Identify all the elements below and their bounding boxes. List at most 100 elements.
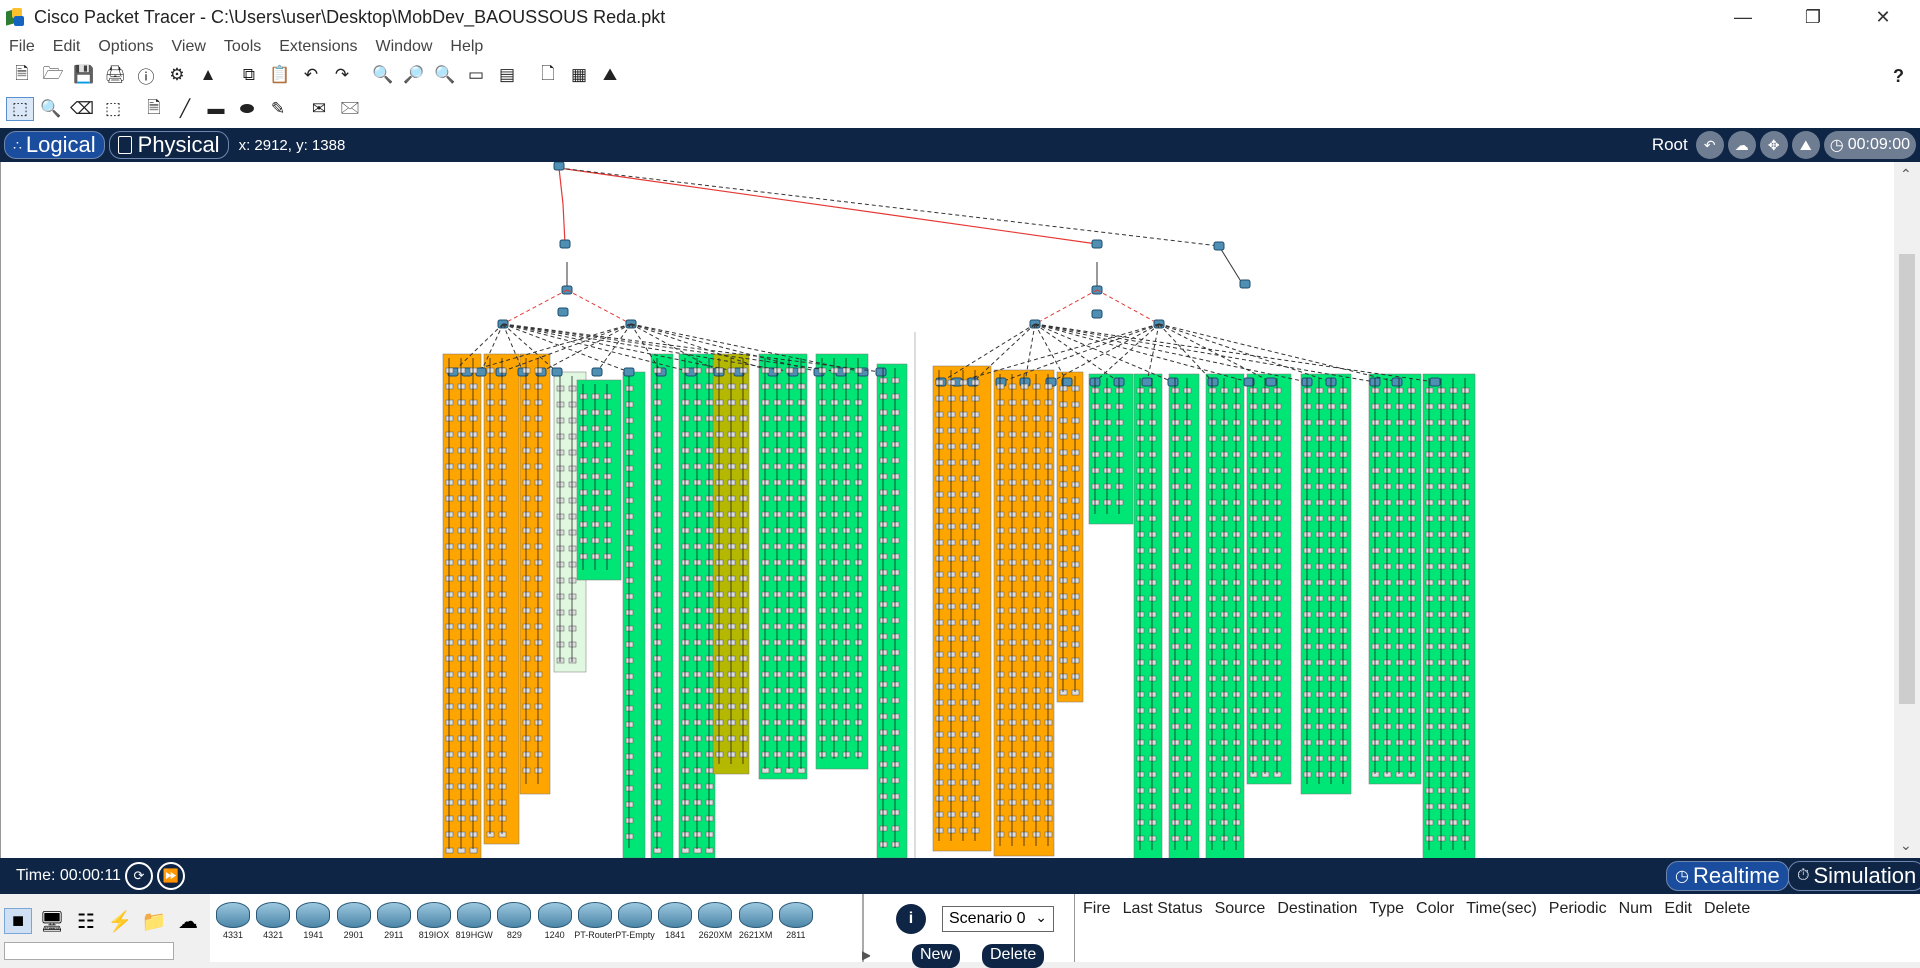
menu-edit[interactable]: Edit — [44, 38, 90, 56]
cloud-icon[interactable]: ☁ — [1727, 131, 1756, 159]
pdu-column-header[interactable]: Edit — [1660, 894, 1700, 962]
undo-icon[interactable]: ↶ — [297, 63, 325, 87]
device-router-1240[interactable]: 1240 — [536, 898, 574, 956]
logical-workspace[interactable]: ⌃ ⌄ — [0, 162, 1920, 858]
device-router-2911[interactable]: 2911 — [375, 898, 413, 956]
line-icon[interactable]: ╱ — [171, 97, 199, 121]
device-router-1841[interactable]: 1841 — [656, 898, 694, 956]
tab-physical[interactable]: Physical — [108, 131, 229, 159]
scrollbar-thumb[interactable] — [1899, 254, 1915, 704]
device-router-pt-empty[interactable]: PT-Empty — [615, 898, 655, 956]
menu-options[interactable]: Options — [89, 38, 162, 56]
clock-display[interactable]: ◷ 00:09:00 — [1823, 131, 1916, 159]
redo-icon[interactable]: ↷ — [328, 63, 356, 87]
tab-logical[interactable]: ∴ Logical — [4, 131, 105, 159]
menu-window[interactable]: Window — [367, 38, 442, 56]
network-wizard-icon[interactable]: ⚙ — [163, 63, 191, 87]
resize-icon[interactable]: ⬚ — [99, 97, 127, 121]
simulation-button[interactable]: ⏱ Simulation — [1788, 861, 1920, 891]
help-icon[interactable]: ? — [1893, 66, 1904, 87]
pc-node — [1425, 611, 1434, 618]
device-router-819hgw[interactable]: 819HGW — [455, 898, 493, 956]
minimize-icon[interactable]: — — [1714, 0, 1772, 34]
rectangle-icon[interactable]: ▬ — [202, 97, 230, 121]
simple-pdu-icon[interactable]: ✉ — [305, 97, 333, 121]
background-image-icon[interactable]: ⛰ — [1791, 131, 1820, 159]
device-router-2811[interactable]: 2811 — [777, 898, 815, 956]
device-router-819iox[interactable]: 819IOX — [415, 898, 453, 956]
device-router-2620xm[interactable]: 2620XM — [696, 898, 734, 956]
new-file-icon[interactable]: 🗎 — [8, 63, 36, 87]
device-router-pt-router[interactable]: PT-Router — [574, 898, 615, 956]
complex-pdu-icon[interactable]: 🖂 — [336, 97, 364, 121]
pdu-column-header[interactable]: Num — [1615, 894, 1661, 962]
viewport-icon[interactable]: ✥ — [1759, 131, 1788, 159]
pdu-column-header[interactable]: Fire — [1079, 894, 1119, 962]
note-icon[interactable]: 🗎 — [140, 97, 168, 121]
delete-scenario-button[interactable]: Delete — [982, 944, 1045, 968]
power-cycle-icon[interactable]: ⟳ — [124, 862, 153, 890]
pdu-column-header[interactable]: Delete — [1700, 894, 1758, 962]
menu-file[interactable]: File — [0, 38, 44, 56]
scenario-select[interactable]: Scenario 0 ⌄ — [942, 906, 1054, 932]
connections-icon[interactable]: ⚡ — [106, 908, 134, 934]
activity-wizard-icon[interactable]: ▲ — [194, 63, 222, 87]
new-scenario-button[interactable]: New — [912, 944, 961, 968]
copy-icon[interactable]: ⧉ — [235, 63, 263, 87]
realtime-button[interactable]: ◷ Realtime — [1666, 861, 1789, 891]
inspect-icon[interactable]: 🔍 — [37, 97, 65, 121]
misc-icon[interactable]: 📁 — [140, 908, 168, 934]
image-icon[interactable]: ⛰ — [596, 63, 624, 87]
select-icon[interactable]: ⬚ — [6, 97, 34, 121]
restore-icon[interactable]: ❐ — [1784, 0, 1842, 34]
multiuser-icon[interactable]: ☁ — [174, 908, 202, 934]
zoom-reset-icon[interactable]: 🔎 — [400, 63, 428, 87]
pdu-column-header[interactable]: Time(sec) — [1462, 894, 1545, 962]
open-folder-icon[interactable]: 🗁 — [39, 63, 67, 87]
print-icon[interactable]: 🖨 — [101, 63, 129, 87]
custom-device-icon[interactable]: 🗋 — [534, 63, 562, 87]
pc-node — [1020, 623, 1029, 630]
scroll-down-icon[interactable]: ⌄ — [1900, 837, 1912, 854]
paste-icon[interactable]: 📋 — [266, 63, 294, 87]
menu-view[interactable]: View — [163, 38, 215, 56]
network-topology[interactable] — [1, 162, 1895, 858]
vertical-scrollbar[interactable]: ⌃ ⌄ — [1894, 162, 1920, 858]
freeform-icon[interactable]: ✎ — [264, 97, 292, 121]
device-router-2621xm[interactable]: 2621XM — [737, 898, 775, 956]
save-icon[interactable]: 💾 — [70, 63, 98, 87]
pdu-column-header[interactable]: Periodic — [1545, 894, 1615, 962]
menu-extensions[interactable]: Extensions — [270, 38, 366, 56]
info-icon[interactable]: ⓘ — [132, 63, 160, 87]
pdu-column-header[interactable]: Type — [1365, 894, 1412, 962]
device-search-input[interactable] — [4, 942, 174, 960]
menu-help[interactable]: Help — [441, 38, 492, 56]
pdu-column-header[interactable]: Last Status — [1119, 894, 1211, 962]
end-devices-icon[interactable]: 🖥 — [38, 908, 66, 934]
device-router-4321[interactable]: 4321 — [254, 898, 292, 956]
ellipse-icon[interactable]: ⬬ — [233, 97, 261, 121]
pdu-column-header[interactable]: Destination — [1273, 894, 1365, 962]
zoom-out-icon[interactable]: 🔍 — [431, 63, 459, 87]
close-icon[interactable]: ✕ — [1854, 0, 1912, 34]
scroll-up-icon[interactable]: ⌃ — [1900, 166, 1912, 183]
delete-icon[interactable]: ⌫ — [68, 97, 96, 121]
device-router-829[interactable]: 829 — [495, 898, 533, 956]
cluster-icon[interactable]: ▦ — [565, 63, 593, 87]
pc-node — [556, 545, 565, 552]
zoom-in-icon[interactable]: 🔍 — [369, 63, 397, 87]
scenario-info-icon[interactable]: i — [896, 904, 926, 934]
rectangle-select-icon[interactable]: ▭ — [462, 63, 490, 87]
list-icon[interactable]: ▤ — [493, 63, 521, 87]
components-icon[interactable]: ☷ — [72, 908, 100, 934]
back-icon[interactable]: ↶ — [1695, 131, 1724, 159]
network-devices-icon[interactable]: ■ — [4, 908, 32, 934]
pc-node — [971, 635, 980, 642]
menu-tools[interactable]: Tools — [215, 38, 270, 56]
fast-forward-icon[interactable]: ⏩ — [156, 862, 185, 890]
pdu-column-header[interactable]: Color — [1412, 894, 1462, 962]
device-router-4331[interactable]: 4331 — [214, 898, 252, 956]
device-router-1941[interactable]: 1941 — [294, 898, 332, 956]
pdu-column-header[interactable]: Source — [1211, 894, 1274, 962]
device-router-2901[interactable]: 2901 — [335, 898, 373, 956]
